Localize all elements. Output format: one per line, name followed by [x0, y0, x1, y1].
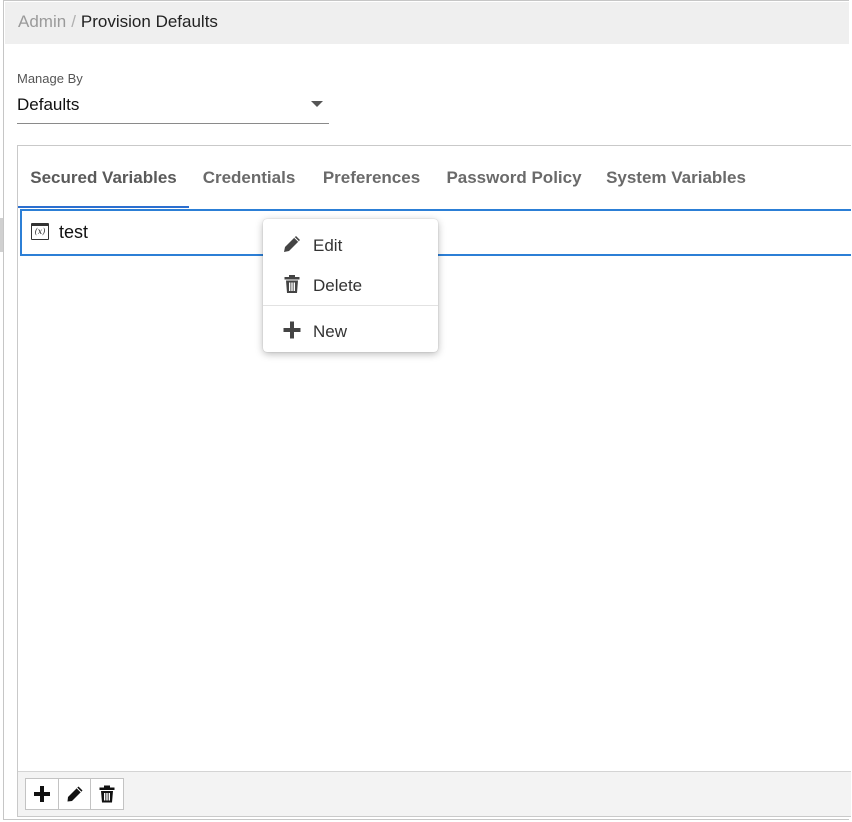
trash-icon: [282, 274, 302, 294]
variable-icon: (x): [31, 223, 49, 240]
tab-credentials[interactable]: Credentials: [189, 146, 309, 208]
context-menu-edit[interactable]: Edit: [263, 223, 438, 263]
breadcrumb-separator: /: [71, 12, 76, 31]
tab-bar: Secured Variables Credentials Preference…: [18, 146, 851, 208]
context-menu-delete[interactable]: Delete: [263, 263, 438, 303]
context-menu-new[interactable]: New: [263, 309, 438, 349]
edit-button[interactable]: [59, 779, 92, 809]
breadcrumb-current: Provision Defaults: [80, 12, 218, 31]
menu-divider: [263, 305, 438, 306]
tab-system-variables[interactable]: System Variables: [594, 146, 758, 208]
page-header: Admin / Provision Defaults: [5, 2, 849, 44]
context-menu-label: Delete: [313, 276, 363, 295]
toolbar-button-group: [25, 778, 124, 810]
plus-icon: [282, 320, 302, 340]
list-item-label: test: [59, 222, 89, 242]
pencil-icon: [282, 234, 302, 254]
breadcrumb-admin-link[interactable]: Admin: [18, 12, 66, 31]
tab-preferences[interactable]: Preferences: [309, 146, 434, 208]
pencil-icon: [66, 785, 84, 803]
tab-password-policy[interactable]: Password Policy: [434, 146, 594, 208]
manage-by-label: Manage By: [17, 71, 83, 86]
trash-icon: [98, 785, 116, 803]
breadcrumb: Admin / Provision Defaults: [18, 12, 218, 32]
add-button[interactable]: [26, 779, 59, 809]
main-window: Admin / Provision Defaults Manage By Defau…: [3, 0, 851, 820]
delete-button[interactable]: [91, 779, 123, 809]
context-menu-label: New: [313, 322, 348, 341]
tab-label: System Variables: [606, 168, 746, 187]
context-menu-label: Edit: [313, 236, 343, 255]
plus-icon: [33, 785, 51, 803]
tab-label: Secured Variables: [30, 168, 177, 187]
tab-secured-variables[interactable]: Secured Variables: [18, 146, 189, 208]
caret-down-icon: [311, 101, 323, 107]
tab-label: Credentials: [202, 168, 296, 187]
bottom-toolbar: [18, 771, 851, 816]
tab-label: Password Policy: [446, 168, 582, 187]
manage-by-value: Defaults: [17, 95, 80, 114]
context-menu: Edit Delete New: [263, 219, 438, 352]
tab-label: Preferences: [322, 168, 421, 187]
manage-by-select[interactable]: Defaults: [17, 91, 329, 124]
